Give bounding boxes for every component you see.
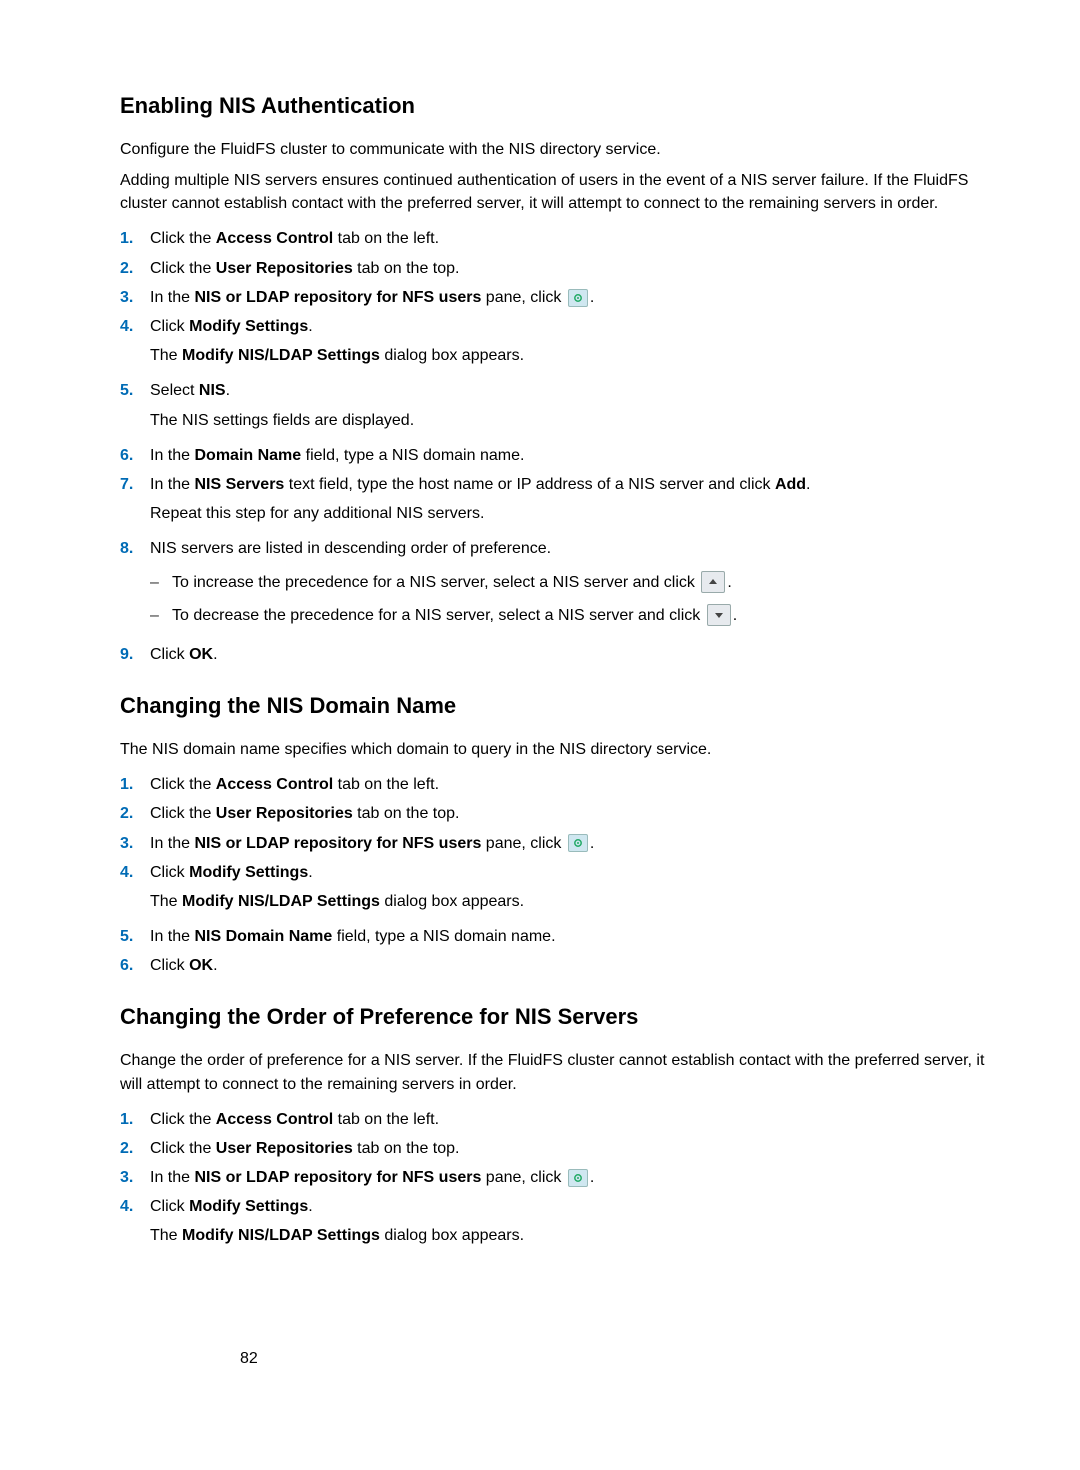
intro-text: The NIS domain name specifies which doma…: [120, 738, 1010, 761]
step-number: 6.: [120, 954, 150, 977]
section-heading: Changing the Order of Preference for NIS…: [120, 1001, 1010, 1033]
intro-text: Configure the FluidFS cluster to communi…: [120, 138, 1010, 161]
step-text: Click the Access Control tab on the left…: [150, 227, 1010, 250]
step-text: NIS servers are listed in descending ord…: [150, 537, 1010, 637]
step-text: Click Modify Settings. The Modify NIS/LD…: [150, 1195, 1010, 1253]
step-item: 1. Click the Access Control tab on the l…: [120, 227, 1010, 250]
step-item: 2. Click the User Repositories tab on th…: [120, 802, 1010, 825]
step-number: 6.: [120, 444, 150, 467]
step-number: 4.: [120, 861, 150, 884]
sub-item: – To decrease the precedence for a NIS s…: [150, 604, 1010, 627]
section-heading: Changing the NIS Domain Name: [120, 690, 1010, 722]
gear-icon: [568, 1169, 588, 1187]
step-item: 9. Click OK.: [120, 643, 1010, 666]
step-item: 4. Click Modify Settings. The Modify NIS…: [120, 861, 1010, 919]
step-number: 3.: [120, 1166, 150, 1189]
step-item: 2. Click the User Repositories tab on th…: [120, 257, 1010, 280]
step-text: Click OK.: [150, 954, 1010, 977]
step-number: 3.: [120, 832, 150, 855]
gear-icon: [568, 834, 588, 852]
step-list: 1. Click the Access Control tab on the l…: [120, 227, 1010, 666]
sub-list: – To increase the precedence for a NIS s…: [150, 571, 1010, 627]
up-arrow-icon: [701, 571, 725, 593]
step-list: 1. Click the Access Control tab on the l…: [120, 1108, 1010, 1254]
step-text: In the NIS Domain Name field, type a NIS…: [150, 925, 1010, 948]
intro-text: Adding multiple NIS servers ensures cont…: [120, 169, 1010, 215]
page-number: 82: [240, 1347, 258, 1370]
step-item: 5. Select NIS. The NIS settings fields a…: [120, 379, 1010, 437]
step-number: 4.: [120, 315, 150, 338]
step-number: 5.: [120, 379, 150, 402]
sub-item: – To increase the precedence for a NIS s…: [150, 571, 1010, 594]
step-number: 2.: [120, 257, 150, 280]
step-text: Click the User Repositories tab on the t…: [150, 1137, 1010, 1160]
step-text: Click the User Repositories tab on the t…: [150, 257, 1010, 280]
step-text: Click the Access Control tab on the left…: [150, 773, 1010, 796]
step-item: 8. NIS servers are listed in descending …: [120, 537, 1010, 637]
step-item: 2. Click the User Repositories tab on th…: [120, 1137, 1010, 1160]
step-item: 1. Click the Access Control tab on the l…: [120, 1108, 1010, 1131]
step-text: Click Modify Settings. The Modify NIS/LD…: [150, 315, 1010, 373]
step-item: 3. In the NIS or LDAP repository for NFS…: [120, 286, 1010, 309]
step-list: 1. Click the Access Control tab on the l…: [120, 773, 1010, 977]
step-text: Click Modify Settings. The Modify NIS/LD…: [150, 861, 1010, 919]
step-text: In the NIS or LDAP repository for NFS us…: [150, 832, 1010, 855]
step-number: 5.: [120, 925, 150, 948]
step-number: 9.: [120, 643, 150, 666]
step-text: In the NIS Servers text field, type the …: [150, 473, 1010, 531]
step-number: 2.: [120, 802, 150, 825]
step-text: Click OK.: [150, 643, 1010, 666]
step-number: 1.: [120, 227, 150, 250]
step-number: 1.: [120, 773, 150, 796]
step-item: 4. Click Modify Settings. The Modify NIS…: [120, 315, 1010, 373]
step-number: 8.: [120, 537, 150, 560]
step-text: In the Domain Name field, type a NIS dom…: [150, 444, 1010, 467]
gear-icon: [568, 289, 588, 307]
step-item: 6. Click OK.: [120, 954, 1010, 977]
step-text: Click the User Repositories tab on the t…: [150, 802, 1010, 825]
step-item: 1. Click the Access Control tab on the l…: [120, 773, 1010, 796]
step-item: 3. In the NIS or LDAP repository for NFS…: [120, 1166, 1010, 1189]
step-number: 1.: [120, 1108, 150, 1131]
step-text: In the NIS or LDAP repository for NFS us…: [150, 1166, 1010, 1189]
step-number: 3.: [120, 286, 150, 309]
step-item: 6. In the Domain Name field, type a NIS …: [120, 444, 1010, 467]
section-heading: Enabling NIS Authentication: [120, 90, 1010, 122]
intro-text: Change the order of preference for a NIS…: [120, 1049, 1010, 1095]
step-item: 4. Click Modify Settings. The Modify NIS…: [120, 1195, 1010, 1253]
down-arrow-icon: [707, 604, 731, 626]
step-text: In the NIS or LDAP repository for NFS us…: [150, 286, 1010, 309]
step-number: 2.: [120, 1137, 150, 1160]
step-text: Click the Access Control tab on the left…: [150, 1108, 1010, 1131]
dash-bullet: –: [150, 571, 172, 594]
step-number: 4.: [120, 1195, 150, 1218]
step-text: Select NIS. The NIS settings fields are …: [150, 379, 1010, 437]
dash-bullet: –: [150, 604, 172, 627]
step-item: 3. In the NIS or LDAP repository for NFS…: [120, 832, 1010, 855]
step-item: 5. In the NIS Domain Name field, type a …: [120, 925, 1010, 948]
step-number: 7.: [120, 473, 150, 496]
step-item: 7. In the NIS Servers text field, type t…: [120, 473, 1010, 531]
